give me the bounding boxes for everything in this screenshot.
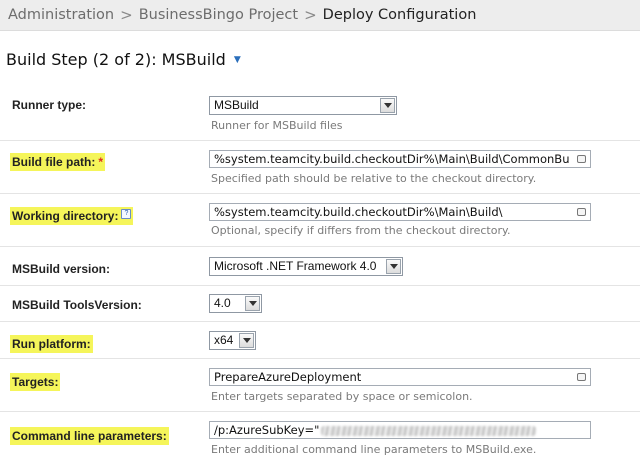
build-file-path-input[interactable]: %system.teamcity.build.checkoutDir%\Main…	[209, 150, 591, 168]
row-divider	[0, 246, 640, 247]
msbuild-tools-version-value: 4.0	[214, 296, 231, 310]
working-directory-value: %system.teamcity.build.checkoutDir%\Main…	[214, 205, 503, 219]
msbuild-version-label: MSBuild version:	[12, 262, 111, 276]
working-directory-label: Working directory:?	[10, 207, 134, 225]
working-directory-hint: Optional, specify if differs from the ch…	[211, 224, 511, 237]
page-title: Build Step (2 of 2): MSBuild ▼	[6, 50, 241, 69]
runner-type-label: Runner type:	[12, 98, 87, 112]
runner-type-value: MSBuild	[214, 98, 259, 112]
run-platform-value: x64	[214, 333, 234, 347]
breadcrumb-separator: >	[304, 6, 317, 24]
row-divider	[0, 321, 640, 322]
expand-field-icon[interactable]	[577, 373, 586, 381]
breadcrumb-project[interactable]: BusinessBingo Project	[139, 7, 298, 23]
msbuild-tools-version-label: MSBuild ToolsVersion:	[12, 298, 142, 312]
targets-label: Targets:	[10, 373, 61, 391]
row-divider	[0, 358, 640, 359]
run-platform-label: Run platform:	[10, 335, 93, 353]
page-title-text: Build Step (2 of 2): MSBuild	[6, 50, 226, 69]
build-file-path-label: Build file path: *	[10, 153, 105, 171]
targets-hint: Enter targets separated by space or semi…	[211, 390, 473, 403]
command-line-parameters-value: /p:AzureSubKey="	[214, 423, 320, 437]
working-directory-input[interactable]: %system.teamcity.build.checkoutDir%\Main…	[209, 203, 591, 221]
required-marker: *	[98, 155, 103, 169]
breadcrumb-current: Deploy Configuration	[322, 7, 477, 23]
redacted-value	[321, 425, 537, 436]
dropdown-arrow-icon[interactable]	[239, 333, 254, 348]
build-file-path-label-text: Build file path:	[12, 155, 96, 169]
row-divider	[0, 140, 640, 141]
command-line-parameters-label: Command line parameters:	[10, 427, 169, 445]
row-divider	[0, 411, 640, 412]
runner-type-hint: Runner for MSBuild files	[211, 119, 343, 132]
msbuild-version-select[interactable]: Microsoft .NET Framework 4.0	[209, 257, 403, 276]
breadcrumb-separator: >	[120, 6, 133, 24]
expand-field-icon[interactable]	[577, 208, 586, 216]
help-icon[interactable]: ?	[121, 209, 132, 219]
build-file-path-value: %system.teamcity.build.checkoutDir%\Main…	[214, 152, 570, 166]
dropdown-arrow-icon[interactable]	[386, 259, 401, 274]
chevron-down-icon[interactable]: ▼	[234, 55, 241, 65]
command-line-parameters-hint: Enter additional command line parameters…	[211, 443, 537, 456]
expand-field-icon[interactable]	[577, 155, 586, 163]
msbuild-version-value: Microsoft .NET Framework 4.0	[214, 259, 377, 273]
working-directory-label-text: Working directory:	[12, 209, 119, 223]
dropdown-arrow-icon[interactable]	[245, 296, 260, 311]
breadcrumb-administration[interactable]: Administration	[8, 7, 114, 23]
command-line-parameters-input[interactable]: /p:AzureSubKey="	[209, 421, 591, 439]
dropdown-arrow-icon[interactable]	[380, 98, 395, 113]
build-file-path-hint: Specified path should be relative to the…	[211, 172, 537, 185]
runner-type-select[interactable]: MSBuild	[209, 96, 397, 115]
targets-value: PrepareAzureDeployment	[214, 370, 362, 384]
targets-input[interactable]: PrepareAzureDeployment	[209, 368, 591, 386]
breadcrumb: Administration > BusinessBingo Project >…	[0, 0, 640, 31]
row-divider	[0, 193, 640, 194]
row-divider	[0, 285, 640, 286]
run-platform-select[interactable]: x64	[209, 331, 256, 350]
msbuild-tools-version-select[interactable]: 4.0	[209, 294, 262, 313]
